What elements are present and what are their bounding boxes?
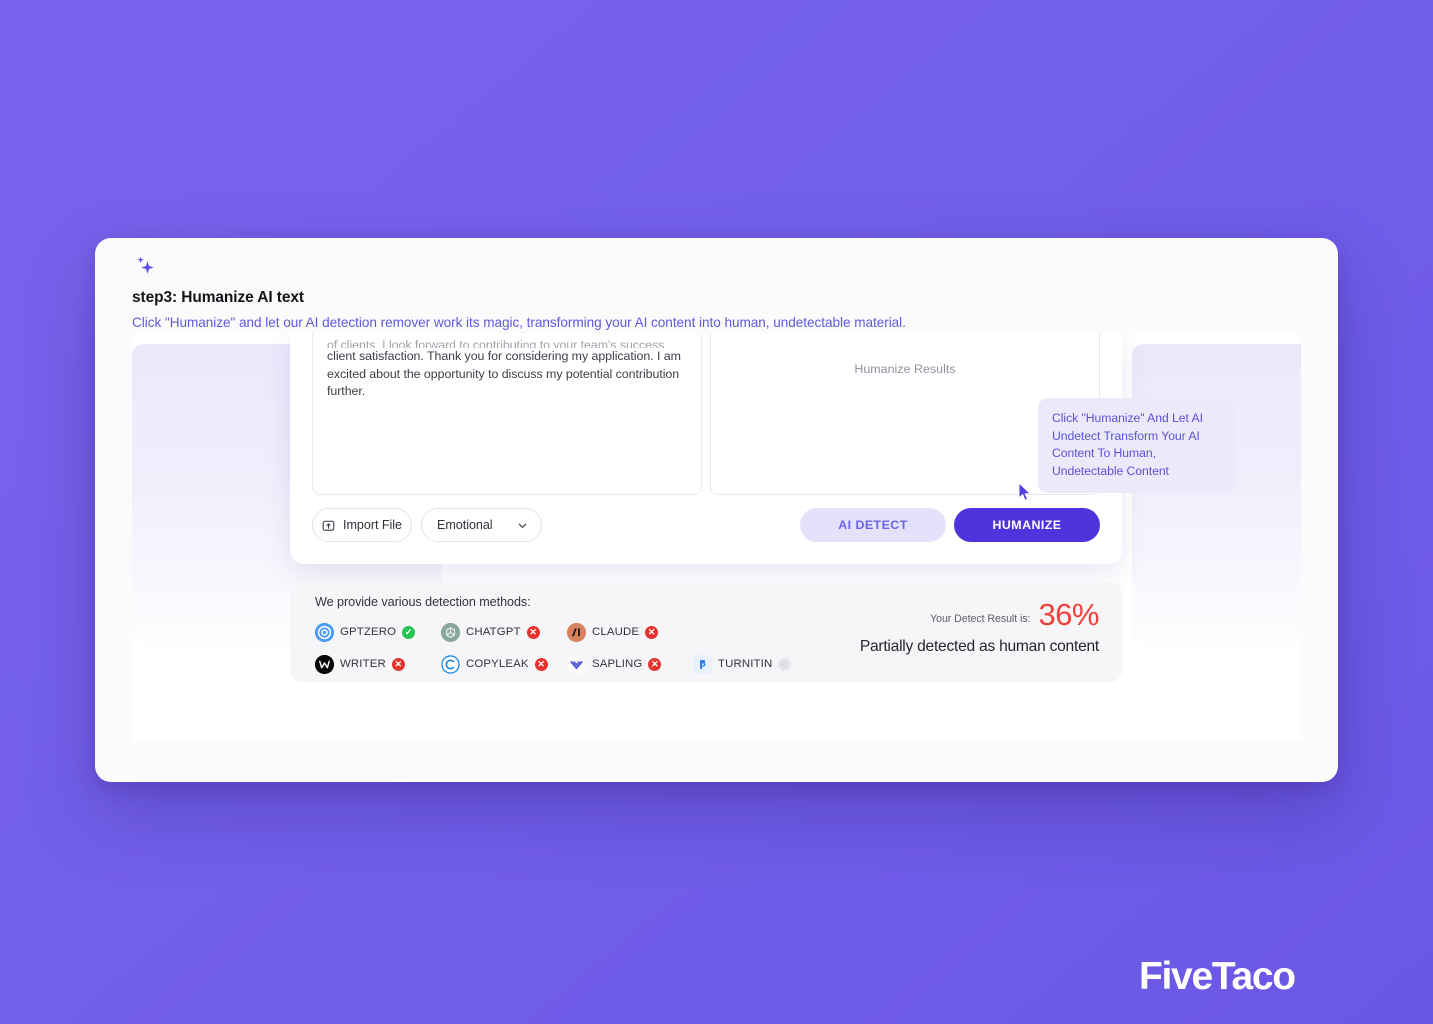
claude-logo (567, 622, 586, 642)
detection-method-label: CLAUDE (592, 626, 640, 638)
humanize-button[interactable]: HUMANIZE (954, 508, 1100, 542)
chevron-down-icon (518, 523, 527, 528)
status-badge: ✕ (391, 657, 405, 671)
app-preview-stage: of clients. I look forward to contributi… (132, 334, 1301, 740)
detect-result-block: Your Detect Result is: 36% Partially det… (859, 597, 1100, 656)
status-badge: ✓ (402, 625, 416, 639)
detection-method-gptzero[interactable]: GPTZERO ✓ (315, 622, 441, 642)
detection-method-label: GPTZERO (340, 626, 397, 638)
source-text-clipped-line: of clients. I look forward to contributi… (327, 338, 665, 348)
editor-panel: of clients. I look forward to contributi… (290, 334, 1122, 564)
decorative-panel-right (1132, 344, 1301, 644)
turnitin-logo (693, 654, 712, 674)
status-badge: ✕ (526, 625, 540, 639)
source-text-body: client satisfaction. Thank you for consi… (327, 349, 681, 399)
detection-method-label: SAPLING (592, 658, 643, 670)
tone-select-value: Emotional (437, 518, 493, 532)
detect-result-summary: Partially detected as human content (859, 638, 1099, 655)
card-header: step3: Humanize AI text Click "Humanize"… (132, 254, 1232, 330)
page-subtitle: Click "Humanize" and let our AI detectio… (132, 315, 906, 330)
detection-methods-title: We provide various detection methods: (315, 595, 531, 609)
tone-select[interactable]: Emotional (421, 508, 542, 542)
humanize-tooltip: Click "Humanize" And Let AI Undetect Tra… (1038, 398, 1236, 494)
ai-detect-button[interactable]: AI DETECT (800, 508, 946, 542)
writer-logo (315, 654, 334, 674)
detection-method-label: WRITER (340, 658, 386, 670)
detection-methods-card: We provide various detection methods: GP… (290, 582, 1122, 682)
brand-wordmark: FiveTaco (1139, 955, 1296, 998)
detection-method-label: COPYLEAK (466, 658, 529, 670)
page-title: step3: Humanize AI text (132, 289, 304, 306)
detect-result-line: Your Detect Result is: 36% (860, 597, 1099, 632)
detection-method-chatgpt[interactable]: CHATGPT ✕ (441, 622, 567, 642)
detection-method-writer[interactable]: WRITER ✕ (315, 654, 441, 674)
status-badge: ✕ (645, 625, 659, 639)
result-placeholder-label: Humanize Results (854, 362, 956, 376)
detect-result-label: Your Detect Result is: (930, 613, 1031, 625)
app-window-card: step3: Humanize AI text Click "Humanize"… (95, 238, 1338, 782)
import-file-label: Import File (343, 518, 402, 532)
detect-result-percent: 36% (1038, 597, 1099, 632)
source-text: of clients. I look forward to contributi… (327, 337, 687, 401)
detection-method-copyleaks[interactable]: COPYLEAK ✕ (441, 654, 567, 674)
detection-method-label: TURNITIN (718, 658, 773, 670)
status-badge: ✕ (534, 657, 548, 671)
status-badge: ✕ (648, 657, 662, 671)
mouse-pointer-icon (1018, 482, 1031, 501)
detection-method-claude[interactable]: CLAUDE ✕ (567, 622, 693, 642)
import-file-button[interactable]: Import File (312, 508, 412, 542)
gptzero-logo (315, 622, 334, 642)
sapling-logo (567, 654, 586, 674)
source-text-area[interactable]: of clients. I look forward to contributi… (312, 334, 702, 495)
detection-method-turnitin[interactable]: TURNITIN ○ (693, 654, 819, 674)
status-badge: ○ (778, 657, 792, 671)
copyleaks-logo (441, 654, 460, 674)
chatgpt-logo (441, 622, 460, 642)
upload-file-icon (322, 520, 335, 531)
detection-methods-grid: GPTZERO ✓ CHATGPT ✕ CLAUDE ✕ WRITER ✕ CO… (315, 616, 835, 680)
ai-detect-label: AI DETECT (838, 518, 908, 532)
detection-method-label: CHATGPT (466, 626, 521, 638)
sparkle-icon (137, 256, 154, 274)
detection-method-sapling[interactable]: SAPLING ✕ (567, 654, 693, 674)
humanize-label: HUMANIZE (992, 518, 1062, 532)
